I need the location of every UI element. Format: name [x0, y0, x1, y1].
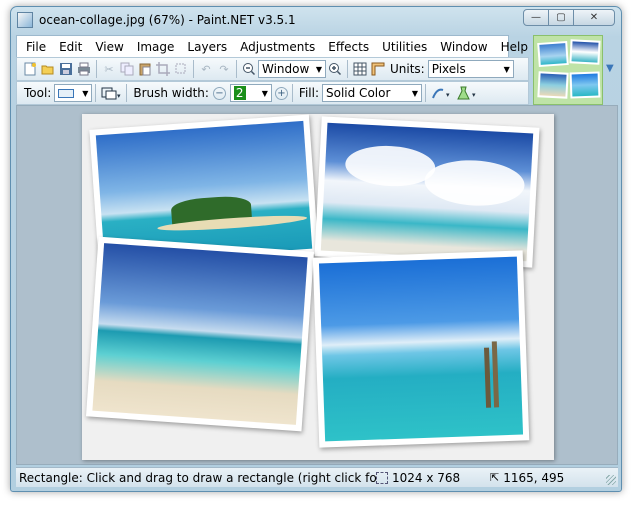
brush-width-combo[interactable]: 2 ▼: [229, 84, 272, 102]
ruler-icon[interactable]: [370, 61, 386, 77]
status-bar: Rectangle: Click and drag to draw a rect…: [16, 467, 618, 487]
fill-combo[interactable]: Solid Color ▼: [322, 84, 422, 102]
svg-text:▾: ▾: [117, 92, 121, 100]
tool-label: Tool:: [24, 86, 52, 100]
rectangle-tool-icon: [58, 88, 75, 98]
paintnet-app-icon: [17, 12, 33, 28]
photo-posts-image: [318, 256, 524, 442]
svg-text:▾: ▾: [472, 91, 476, 99]
units-combo-value: Pixels: [431, 62, 466, 76]
units-label: Units:: [390, 62, 425, 76]
image-size-display: 1024 x 768: [376, 471, 480, 485]
new-icon[interactable]: [22, 61, 38, 77]
photo-clouds: [314, 116, 540, 268]
photo-clouds-image: [320, 122, 534, 262]
undo-icon[interactable]: ↶: [198, 61, 214, 77]
menu-adjustments[interactable]: Adjustments: [235, 40, 320, 54]
menu-file[interactable]: File: [21, 40, 51, 54]
chevron-down-icon: ▼: [503, 64, 510, 74]
toolbar-separator: [425, 84, 426, 102]
menu-view[interactable]: View: [90, 40, 128, 54]
thumb-island: [537, 40, 569, 68]
chevron-down-icon: ▼: [411, 88, 418, 98]
toolbar-separator: [347, 60, 348, 78]
menu-help[interactable]: Help: [496, 40, 533, 54]
paste-icon[interactable]: [137, 61, 153, 77]
zoom-combo-value: Window: [262, 62, 310, 76]
chevron-down-icon: ▼: [261, 88, 268, 98]
brush-width-value[interactable]: 2: [233, 86, 246, 100]
redo-icon[interactable]: ↷: [216, 61, 232, 77]
maximize-button[interactable]: ▢: [548, 9, 574, 26]
thumb-clouds: [569, 39, 601, 65]
units-combo[interactable]: Pixels ▼: [427, 60, 514, 78]
alpha-blend-icon[interactable]: ▾: [456, 85, 480, 101]
menu-edit[interactable]: Edit: [54, 40, 87, 54]
deselect-icon[interactable]: [173, 61, 189, 77]
zoom-combo[interactable]: Window ▼: [258, 60, 326, 78]
plus-icon[interactable]: +: [274, 86, 288, 100]
app-window: ocean-collage.jpg (67%) - Paint.NET v3.5…: [10, 6, 622, 492]
minimize-button[interactable]: —: [523, 9, 549, 26]
svg-text:▾: ▾: [446, 91, 450, 99]
image-size-icon: [376, 471, 388, 484]
fill-label: Fill:: [298, 86, 319, 100]
window-title: ocean-collage.jpg (67%) - Paint.NET v3.5…: [39, 13, 296, 27]
menu-window[interactable]: Window: [435, 40, 492, 54]
image-thumbnail-tab[interactable]: [533, 35, 603, 105]
canvas-area[interactable]: [16, 105, 618, 465]
window-controls: — ▢ ✕: [523, 9, 615, 26]
chevron-down-icon: ▼: [315, 64, 322, 74]
cursor-position-icon: ⇱: [490, 471, 500, 484]
crop-icon[interactable]: [155, 61, 171, 77]
image-size-value: 1024 x 768: [392, 470, 461, 485]
close-button[interactable]: ✕: [573, 9, 615, 26]
chevron-down-icon: ▼: [82, 88, 89, 98]
photo-beach-image: [92, 243, 308, 425]
antialias-icon[interactable]: ▾: [430, 85, 454, 101]
print-icon[interactable]: [76, 61, 92, 77]
resize-grip-icon[interactable]: [606, 475, 616, 485]
open-icon[interactable]: [40, 61, 56, 77]
tool-select[interactable]: ▼: [54, 84, 93, 102]
cut-icon[interactable]: ✂: [101, 61, 117, 77]
minus-icon[interactable]: −: [212, 86, 226, 100]
photo-beach: [85, 236, 315, 432]
panel-scroll-down-icon[interactable]: ▼: [606, 63, 614, 74]
thumb-beach: [537, 71, 569, 99]
menu-bar: File Edit View Image Layers Adjustments …: [16, 35, 528, 57]
menu-utilities[interactable]: Utilities: [377, 40, 432, 54]
image-canvas[interactable]: [82, 114, 554, 460]
brush-width-label: Brush width:: [133, 86, 209, 100]
menu-layers[interactable]: Layers: [182, 40, 232, 54]
photo-posts: [312, 250, 530, 448]
status-message: Rectangle: Click and drag to draw a rect…: [19, 470, 376, 485]
zoom-in-icon[interactable]: [327, 61, 343, 77]
toolbar-separator: [193, 60, 194, 78]
title-bar[interactable]: ocean-collage.jpg (67%) - Paint.NET v3.5…: [11, 7, 621, 33]
menu-effects[interactable]: Effects: [323, 40, 374, 54]
cursor-position-display: ⇱ 1165, 495: [490, 471, 564, 485]
toolbar-separator: [236, 60, 237, 78]
grid-icon[interactable]: [352, 61, 368, 77]
toolbar-separator: [96, 60, 97, 78]
toolbar-separator: [291, 84, 293, 102]
menu-image[interactable]: Image: [132, 40, 180, 54]
copy-icon[interactable]: [119, 61, 135, 77]
fill-combo-value: Solid Color: [326, 86, 391, 100]
shape-type-icon[interactable]: ▾: [100, 85, 122, 101]
tool-options-toolbar: Tool: ▼ ▾ Brush width: − 2 ▼ + Fill: Sol…: [16, 81, 529, 105]
thumb-posts: [569, 71, 601, 99]
toolbar-separator: [95, 84, 97, 102]
main-toolbar: ✂ ↶ ↷ Window ▼ Units: Pixels ▼: [16, 57, 529, 81]
zoom-out-icon[interactable]: [241, 61, 257, 77]
cursor-position-value: 1165, 495: [503, 470, 565, 485]
save-icon[interactable]: [58, 61, 74, 77]
toolbar-separator: [126, 84, 128, 102]
